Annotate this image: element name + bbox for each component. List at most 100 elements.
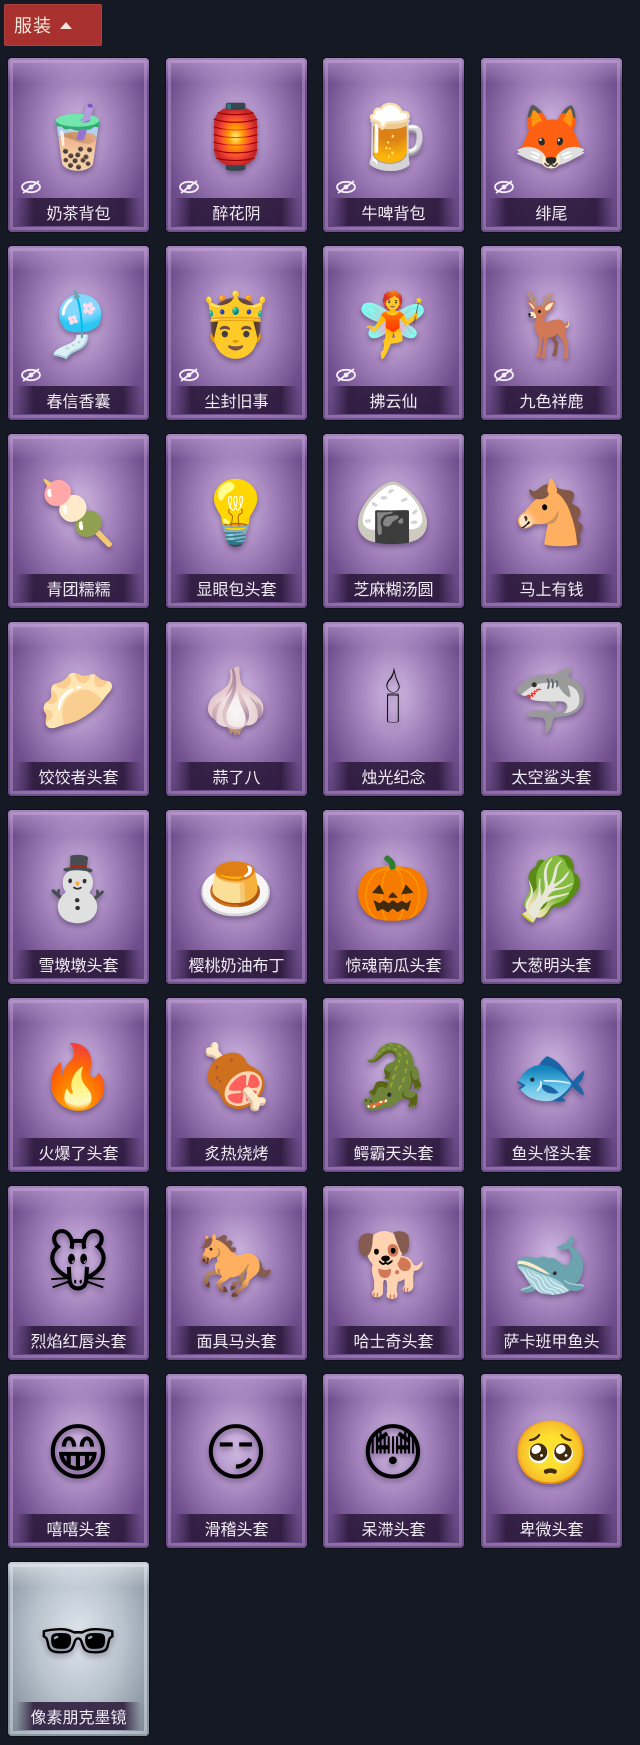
eye-hidden-icon[interactable] [335, 180, 357, 194]
outfit-card[interactable]: 🍡 青团糯糯 [8, 434, 149, 608]
outfit-image: 🦊 [512, 100, 590, 173]
outfit-name: 青团糯糯 [16, 574, 141, 602]
outfit-image: 😁 [45, 1416, 111, 1489]
outfit-image: 🤴 [197, 288, 275, 361]
outfit-card[interactable]: 🦌 九色祥鹿 [481, 246, 622, 420]
outfit-name: 牛啤背包 [331, 198, 456, 226]
outfit-card[interactable]: 🐕 哈士奇头套 [323, 1186, 464, 1360]
outfit-card[interactable]: 🏮 醉花阴 [166, 58, 307, 232]
eye-hidden-icon[interactable] [335, 368, 357, 382]
outfit-name: 炙热烧烤 [174, 1138, 299, 1166]
outfit-name: 滑稽头套 [174, 1514, 299, 1542]
eye-hidden-icon[interactable] [493, 180, 515, 194]
outfit-name: 萨卡班甲鱼头 [489, 1326, 614, 1354]
outfit-image: 🍖 [197, 1040, 275, 1113]
outfit-card[interactable]: 🐟 鱼头怪头套 [481, 998, 622, 1172]
outfit-image: 🥟 [39, 664, 117, 737]
outfit-image: 😏 [203, 1416, 269, 1489]
outfit-card[interactable]: 🍮 樱桃奶油布丁 [166, 810, 307, 984]
outfit-name: 烈焰红唇头套 [16, 1326, 141, 1354]
outfit-card[interactable]: 🧚 拂云仙 [323, 246, 464, 420]
outfit-image: 🍙 [354, 476, 432, 549]
outfit-name: 绯尾 [489, 198, 614, 226]
outfit-name: 樱桃奶油布丁 [174, 950, 299, 978]
outfit-image: 🏮 [197, 100, 275, 173]
outfit-card[interactable]: 🐊 鳄霸天头套 [323, 998, 464, 1172]
outfit-name: 卑微头套 [489, 1514, 614, 1542]
outfit-image: 🕶 [38, 1604, 118, 1677]
outfit-card[interactable]: 🐭 烈焰红唇头套 [8, 1186, 149, 1360]
outfit-card[interactable]: 🍺 牛啤背包 [323, 58, 464, 232]
section-title: 服装 [14, 16, 52, 36]
outfit-card[interactable]: 🐎 面具马头套 [166, 1186, 307, 1360]
outfit-image: 🥬 [512, 852, 590, 925]
outfit-card[interactable]: 🐋 萨卡班甲鱼头 [481, 1186, 622, 1360]
outfit-image: 🐟 [512, 1040, 590, 1113]
eye-hidden-icon[interactable] [493, 368, 515, 382]
outfit-image: 🐕 [354, 1228, 432, 1301]
outfit-name: 饺饺者头套 [16, 762, 141, 790]
outfit-name: 芝麻糊汤圆 [331, 574, 456, 602]
outfit-card[interactable]: 🧋 奶茶背包 [8, 58, 149, 232]
outfit-name: 马上有钱 [489, 574, 614, 602]
outfit-card[interactable]: 🧄 蒜了八 [166, 622, 307, 796]
outfit-name: 尘封旧事 [174, 386, 299, 414]
outfit-name: 鳄霸天头套 [331, 1138, 456, 1166]
outfit-card[interactable]: 😁 嘻嘻头套 [8, 1374, 149, 1548]
outfit-card[interactable]: 🔥 火爆了头套 [8, 998, 149, 1172]
outfit-image: 🐎 [197, 1228, 275, 1301]
outfit-card[interactable]: 🎃 惊魂南瓜头套 [323, 810, 464, 984]
outfit-card[interactable]: 🕶 像素朋克墨镜 [8, 1562, 149, 1736]
outfit-card[interactable]: 🤴 尘封旧事 [166, 246, 307, 420]
outfit-image: 🍺 [354, 100, 432, 173]
outfit-name: 像素朋克墨镜 [16, 1702, 141, 1730]
outfit-card[interactable]: 🎐 春信香囊 [8, 246, 149, 420]
outfit-image: 🎃 [354, 852, 432, 925]
eye-hidden-icon[interactable] [178, 180, 200, 194]
outfit-image: 🥺 [512, 1416, 590, 1489]
outfit-card[interactable]: 🍙 芝麻糊汤圆 [323, 434, 464, 608]
outfit-image: 💡 [197, 476, 275, 549]
outfit-image: 🎐 [39, 288, 117, 361]
outfit-image: 🍡 [39, 476, 117, 549]
outfit-card[interactable]: 😳 呆滞头套 [323, 1374, 464, 1548]
outfit-image: 🦌 [512, 288, 590, 361]
outfit-section-toggle[interactable]: 服装 [4, 4, 102, 46]
outfit-name: 呆滞头套 [331, 1514, 456, 1542]
outfit-card[interactable]: 💡 显眼包头套 [166, 434, 307, 608]
outfit-image: 🐭 [45, 1228, 111, 1301]
outfit-name: 奶茶背包 [16, 198, 141, 226]
outfit-card[interactable]: 🥟 饺饺者头套 [8, 622, 149, 796]
outfit-image: 🍮 [197, 852, 275, 925]
outfit-name: 太空鲨头套 [489, 762, 614, 790]
outfit-card[interactable]: 🥬 大葱明头套 [481, 810, 622, 984]
caret-up-icon [60, 21, 72, 29]
outfit-card[interactable]: 🦊 绯尾 [481, 58, 622, 232]
outfit-image: 🧄 [197, 664, 275, 737]
outfit-name: 惊魂南瓜头套 [331, 950, 456, 978]
outfit-name: 嘻嘻头套 [16, 1514, 141, 1542]
outfit-name: 鱼头怪头套 [489, 1138, 614, 1166]
outfit-card[interactable]: 🐴 马上有钱 [481, 434, 622, 608]
outfit-name: 面具马头套 [174, 1326, 299, 1354]
outfit-panel: 服装 🧋 奶茶背包 🏮 醉花阴 🍺 牛啤背包 🦊 绯尾 🎐 春信香囊 🤴 尘封旧事 🧚 拂云仙 🦌 九色祥鹿 🍡… [0, 0, 640, 1745]
outfit-name: 醉花阴 [174, 198, 299, 226]
outfit-image: 🔥 [39, 1040, 117, 1113]
outfit-name: 火爆了头套 [16, 1138, 141, 1166]
outfit-card[interactable]: 🍖 炙热烧烤 [166, 998, 307, 1172]
outfit-card[interactable]: 🥺 卑微头套 [481, 1374, 622, 1548]
outfit-card[interactable]: 😏 滑稽头套 [166, 1374, 307, 1548]
outfit-image: ⛄ [39, 852, 117, 925]
outfit-name: 烛光纪念 [331, 762, 456, 790]
outfit-image: 😳 [360, 1416, 426, 1489]
outfit-card[interactable]: 🕯 烛光纪念 [323, 622, 464, 796]
eye-hidden-icon[interactable] [178, 368, 200, 382]
eye-hidden-icon[interactable] [20, 180, 42, 194]
outfit-name: 哈士奇头套 [331, 1326, 456, 1354]
outfit-card[interactable]: ⛄ 雪墩墩头套 [8, 810, 149, 984]
outfit-name: 显眼包头套 [174, 574, 299, 602]
eye-hidden-icon[interactable] [20, 368, 42, 382]
outfit-card[interactable]: 🦈 太空鲨头套 [481, 622, 622, 796]
outfit-name: 蒜了八 [174, 762, 299, 790]
outfit-image: 🐊 [354, 1040, 432, 1113]
